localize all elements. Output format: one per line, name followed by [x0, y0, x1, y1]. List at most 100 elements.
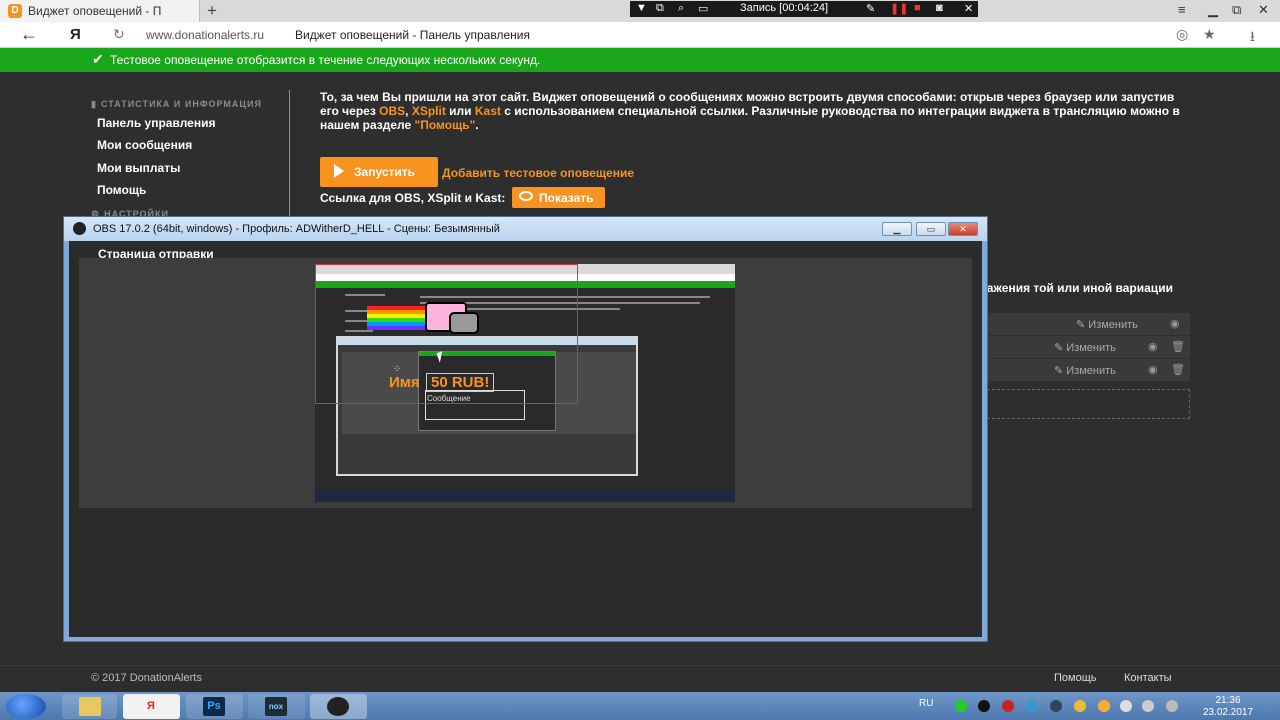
stop-icon[interactable]: ■: [914, 2, 921, 14]
edit-button[interactable]: ✎ Изменить: [1054, 364, 1116, 377]
captured-taskbar: [315, 490, 735, 502]
volume-icon[interactable]: [1166, 700, 1178, 712]
reload-icon[interactable]: ↻: [113, 26, 125, 43]
xsplit-link[interactable]: XSplit: [412, 104, 446, 118]
run-button-label: Запустить: [354, 165, 415, 179]
kast-link[interactable]: Kast: [475, 104, 501, 118]
back-arrow-icon[interactable]: ←: [20, 24, 38, 45]
minimize-icon[interactable]: ▁: [882, 222, 912, 236]
footer-help-link[interactable]: Помощь: [1054, 672, 1097, 684]
tray-sync-icon[interactable]: [1026, 700, 1038, 712]
edit-button[interactable]: ✎ Изменить: [1076, 318, 1138, 331]
sidebar-item-messages[interactable]: Мои сообщения: [97, 138, 192, 152]
tray-app2-icon[interactable]: [1098, 700, 1110, 712]
restore-icon[interactable]: ⧉: [1232, 2, 1241, 18]
clock-date: 23.02.2017: [1202, 707, 1254, 718]
add-test-alert-link[interactable]: Добавить тестовое оповещение: [442, 166, 634, 180]
pencil-icon: ✎: [1054, 342, 1067, 354]
tray-record-icon[interactable]: [1002, 700, 1014, 712]
recording-toolbar: ▼ ⧉ ⌕ ▭ Запись [00:04:24] ✎ ❚❚ ■ ◙ ✕: [630, 1, 978, 17]
intro-paragraph: То, за чем Вы пришли на этот сайт. Видже…: [320, 90, 1180, 132]
variation-description: бражения той или иной вариации: [972, 281, 1173, 295]
browser-tab-bar: D Виджет оповещений - П + ▼ ⧉ ⌕ ▭ Запись…: [0, 0, 1280, 22]
show-link-button[interactable]: Показать: [512, 187, 605, 208]
nox-icon: nox: [265, 697, 287, 716]
edit-button[interactable]: ✎ Изменить: [1054, 341, 1116, 354]
obs-titlebar[interactable]: OBS 17.0.2 (64bit, windows) - Профиль: A…: [64, 217, 987, 241]
eye-icon: [519, 191, 533, 201]
obs-link[interactable]: OBS: [379, 104, 405, 118]
notice-text: Тестовое оповещение отобразится в течени…: [110, 53, 541, 67]
download-icon[interactable]: ⭳: [1250, 26, 1255, 50]
browser-tab[interactable]: D Виджет оповещений - П: [0, 0, 200, 22]
recording-status: Запись [00:04:24]: [740, 2, 829, 14]
window-icon[interactable]: ⧉: [656, 2, 664, 15]
source-selection-box: [315, 264, 578, 404]
sidebar-item-dashboard[interactable]: Панель управления: [97, 116, 215, 130]
widget-link-label: Ссылка для OBS, XSplit и Kast:: [320, 191, 506, 205]
network-icon[interactable]: [1142, 700, 1154, 712]
taskbar-photoshop[interactable]: Ps: [186, 694, 243, 719]
tab-title: Виджет оповещений - П: [28, 4, 162, 18]
test-alert-notice: ✔ Тестовое оповещение отобразится в тече…: [0, 48, 1280, 72]
bookmark-star-icon[interactable]: ★: [1203, 26, 1216, 43]
add-variation-area[interactable]: [972, 389, 1190, 419]
new-tab-button[interactable]: +: [207, 1, 217, 21]
dropdown-icon[interactable]: ▼: [636, 2, 647, 14]
footer-contacts-link[interactable]: Контакты: [1124, 672, 1172, 684]
close-icon[interactable]: ✕: [948, 222, 978, 236]
variation-row: ✎ Изменить ◉ 🗑: [972, 359, 1190, 381]
protect-icon[interactable]: ◎: [1176, 26, 1188, 43]
trash-icon[interactable]: 🗑: [1171, 340, 1185, 353]
show-button-label: Показать: [539, 191, 594, 205]
yandex-icon[interactable]: Я: [70, 26, 81, 43]
photoshop-icon: Ps: [203, 697, 225, 716]
close-window-icon[interactable]: ✕: [1258, 2, 1269, 18]
pencil-icon: ✎: [1076, 319, 1089, 331]
maximize-icon[interactable]: ▭: [916, 222, 946, 236]
taskbar-yandex-browser[interactable]: Я: [123, 694, 180, 719]
obs-preview-capture: ⁘ Имя 50 RUB! Сообщение: [315, 264, 735, 502]
trash-icon[interactable]: 🗑: [1171, 363, 1185, 376]
close-icon[interactable]: ✕: [964, 2, 973, 15]
taskbar-obs[interactable]: [310, 694, 367, 719]
menu-icon[interactable]: ≡: [1178, 2, 1186, 17]
steam-icon[interactable]: [1050, 700, 1062, 712]
address-bar: ← Я ↻ www.donationalerts.ru Виджет опове…: [0, 22, 1280, 48]
flag-icon[interactable]: [1120, 700, 1132, 712]
pen-icon[interactable]: ✎: [866, 2, 875, 15]
sidebar-item-payouts[interactable]: Мои выплаты: [97, 161, 180, 175]
variation-row: ✎ Изменить ◉: [972, 313, 1190, 335]
language-indicator[interactable]: RU: [919, 698, 933, 709]
camera-icon[interactable]: ◙: [936, 2, 943, 14]
eye-icon[interactable]: ◉: [1148, 340, 1158, 353]
run-widget-button[interactable]: Запустить: [320, 157, 438, 187]
eye-icon[interactable]: ◉: [1148, 363, 1158, 376]
folder-icon: [79, 697, 101, 716]
sidebar-item-help[interactable]: Помощь: [97, 183, 146, 197]
page-footer: © 2017 DonationAlerts Помощь Контакты: [0, 665, 1280, 692]
system-clock[interactable]: 21:36 23.02.2017: [1200, 695, 1256, 719]
eye-icon[interactable]: ◉: [1170, 317, 1180, 330]
taskbar-nox[interactable]: nox: [248, 694, 305, 719]
tray-app-icon[interactable]: [978, 700, 990, 712]
play-icon: [334, 164, 344, 178]
signal-icon[interactable]: [955, 700, 967, 712]
obs-icon: [327, 697, 349, 716]
minimize-icon[interactable]: ▁: [1208, 2, 1218, 18]
taskbar-explorer[interactable]: [62, 694, 117, 719]
donationalerts-favicon-icon: D: [8, 4, 22, 18]
pause-icon[interactable]: ❚❚: [890, 2, 908, 15]
sidebar-section-stats: ▮ СТАТИСТИКА И ИНФОРМАЦИЯ: [91, 99, 262, 109]
url-page-title[interactable]: Виджет оповещений - Панель управления: [295, 28, 530, 42]
clock-time: 21:36: [1215, 695, 1241, 706]
url-domain[interactable]: www.donationalerts.ru: [146, 28, 264, 42]
region-icon[interactable]: ▭: [698, 2, 708, 15]
start-button-icon[interactable]: [6, 694, 46, 719]
search-icon[interactable]: ⌕: [678, 2, 684, 15]
check-icon: ✔: [92, 51, 104, 67]
bar-chart-icon: ▮: [91, 99, 97, 109]
tray-security-icon[interactable]: [1074, 700, 1086, 712]
help-link[interactable]: "Помощь": [415, 118, 476, 132]
window-controls: ≡ ▁ ⧉ ✕: [1170, 2, 1280, 20]
